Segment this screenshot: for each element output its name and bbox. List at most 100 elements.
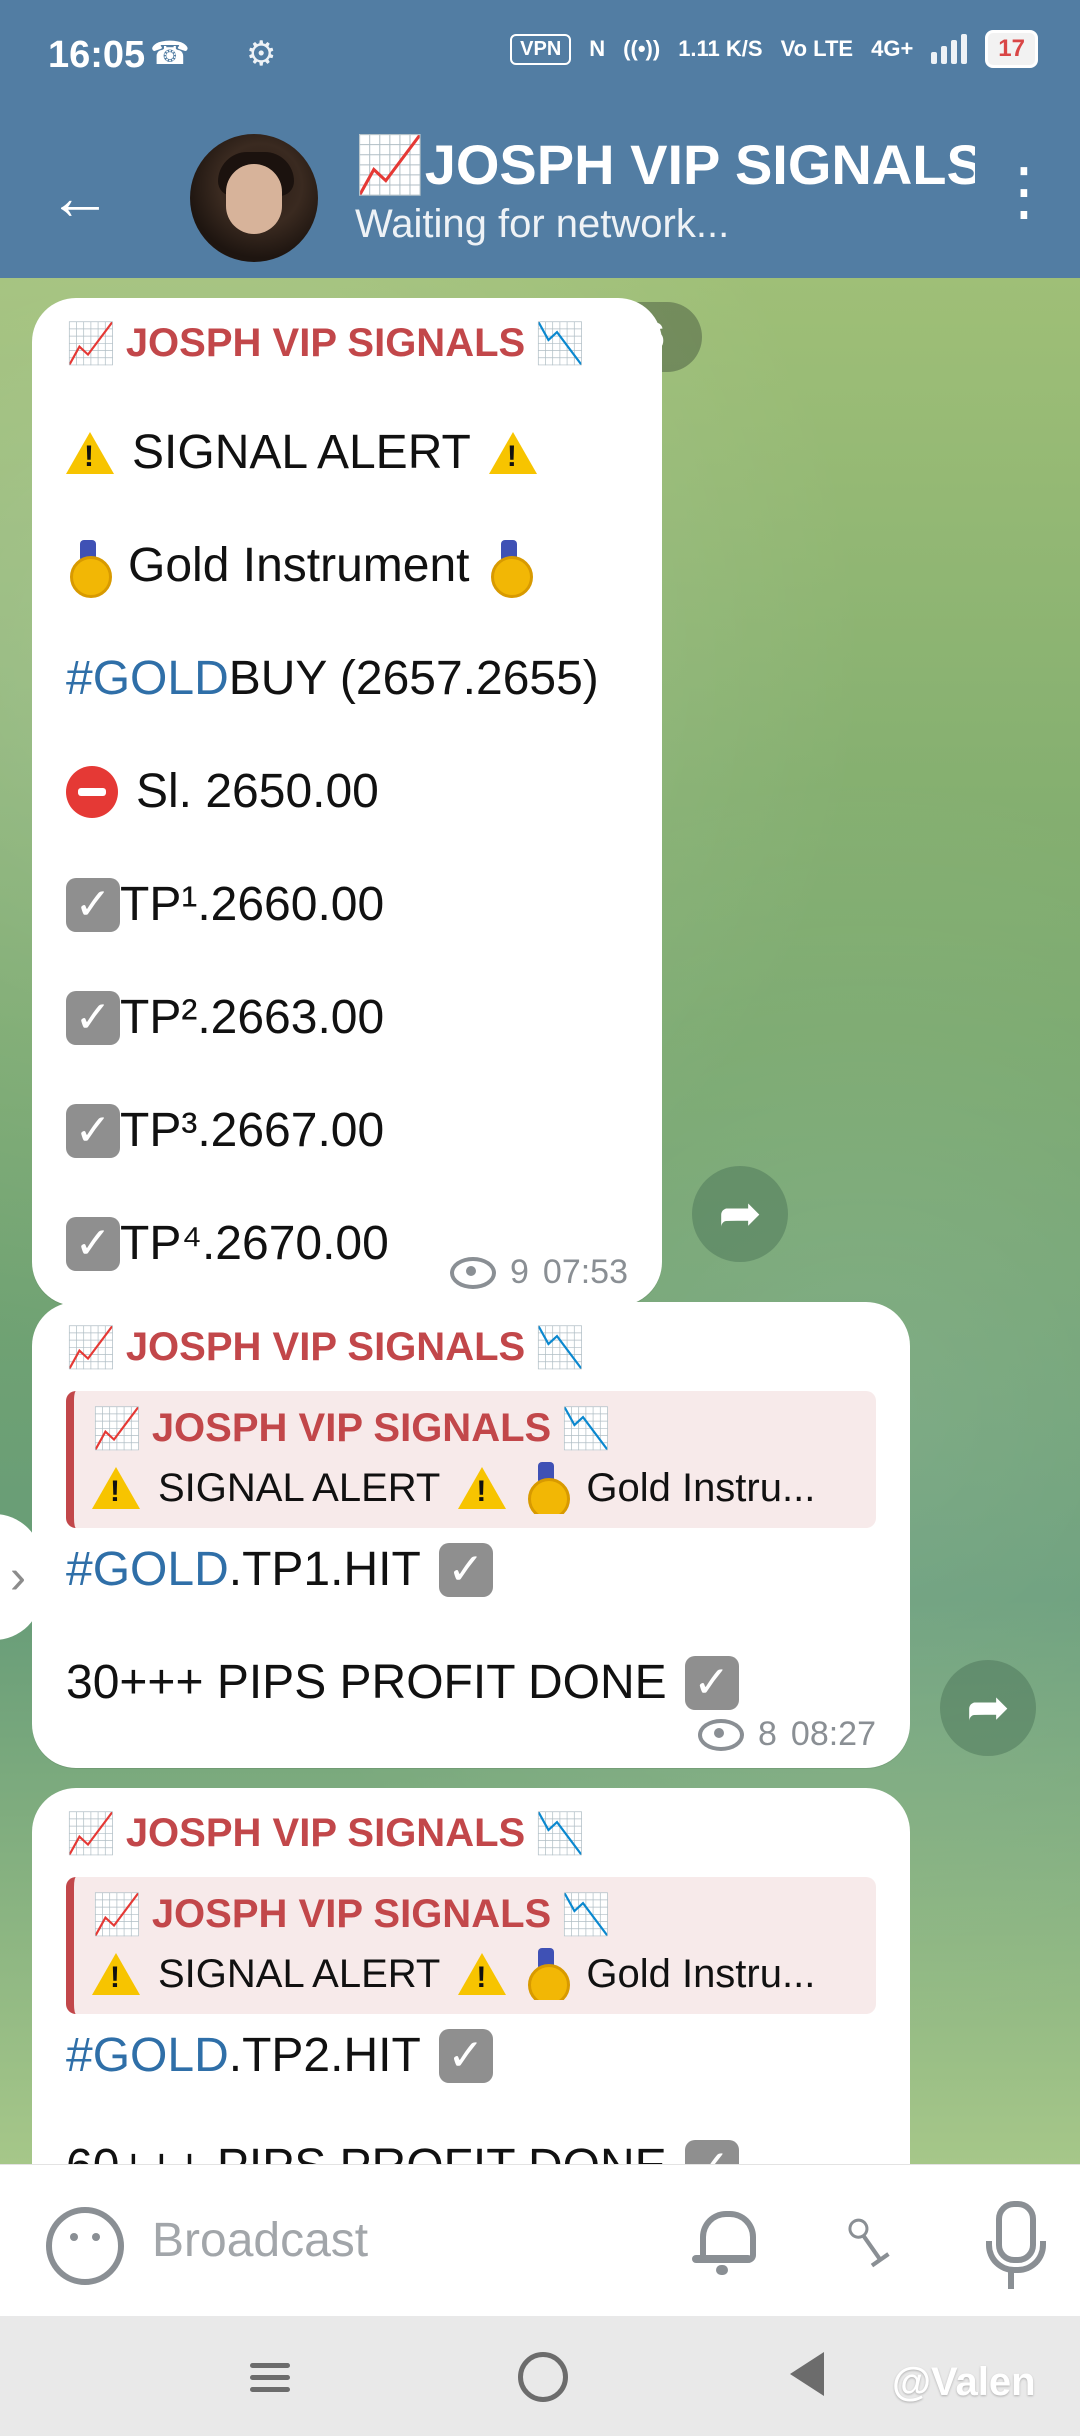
signal-icon — [931, 34, 968, 64]
stop-loss-line: Sl. 2650.00 — [66, 764, 628, 819]
hashtag[interactable]: #GOLD — [66, 1542, 229, 1597]
more-vert-icon[interactable]: ⋮ — [992, 146, 1056, 236]
avatar[interactable] — [190, 134, 318, 262]
message-bubble-1[interactable]: 📈 JOSPH VIP SIGNALS 📉 SIGNAL ALERT Gold … — [32, 298, 662, 1306]
warning-icon — [92, 1467, 140, 1509]
forward-button[interactable]: ➦ — [692, 1166, 788, 1262]
emoji-icon[interactable] — [46, 2207, 124, 2285]
chart-up-icon: 📈 — [92, 1893, 142, 1937]
checkbox-icon: ✓ — [684, 1655, 739, 1710]
call-icon: ☎ — [150, 35, 190, 71]
reply-alert: SIGNAL ALERT — [158, 1465, 441, 1510]
hotspot-indicator: ((•)) — [623, 36, 661, 61]
chart-up-icon: 📈 — [66, 1326, 116, 1370]
recent-apps-icon[interactable] — [250, 2356, 290, 2396]
checkbox-icon: ✓ — [66, 1216, 120, 1271]
eye-icon — [449, 1256, 496, 1289]
warning-icon — [458, 1953, 507, 1995]
no-entry-icon — [66, 765, 118, 818]
tp2-text: TP².2663.00 — [120, 991, 385, 1044]
reply-snippet: SIGNAL ALERT Gold Instru... — [92, 1948, 858, 2000]
chart-up-icon: 📈 — [66, 322, 116, 366]
bell-icon[interactable] — [690, 2205, 756, 2275]
reply-title: 📈 JOSPH VIP SIGNALS 📉 — [92, 1891, 858, 1938]
tp1-line: ✓ TP¹.2660.00 — [66, 877, 628, 932]
message-time: 08:27 — [790, 1715, 876, 1753]
medal-icon — [487, 539, 534, 598]
tp3-text: TP³.2667.00 — [120, 1104, 385, 1157]
tp1-text: TP¹.2660.00 — [120, 878, 385, 931]
watermark: @Valen — [892, 2360, 1036, 2404]
reply-instrument: Gold Instru... — [586, 1951, 816, 1996]
mic-icon[interactable] — [980, 2201, 1046, 2289]
message-sender: 📈 JOSPH VIP SIGNALS 📉 — [66, 320, 628, 367]
reply-alert: SIGNAL ALERT — [158, 1951, 441, 1996]
message-input[interactable]: Broadcast — [152, 2213, 368, 2268]
volte-indicator: Vo LTE — [780, 36, 854, 61]
message-meta: 9 07:53 — [449, 1253, 628, 1292]
instrument-text: Gold Instrument — [128, 539, 470, 592]
status-indicators: VPN N ((•)) 1.11 K/S Vo LTE 4G+ 17 — [510, 30, 1038, 68]
eye-icon — [697, 1718, 744, 1751]
status-time: 16:05 — [48, 34, 146, 76]
hashtag[interactable]: #GOLD — [66, 651, 229, 706]
top-app-bar: 16:05 ☎ ⚙ VPN N ((•)) 1.11 K/S Vo LTE 4G… — [0, 0, 1080, 278]
chat-header: ← 📈JOSPH VIP SIGNALS Waiting for network… — [0, 110, 1080, 278]
attach-icon[interactable]: ⟟ — [814, 2187, 920, 2296]
alert-text: SIGNAL ALERT — [132, 426, 471, 479]
arrow-left-icon[interactable]: ← — [48, 162, 118, 232]
reply-preview[interactable]: 📈 JOSPH VIP SIGNALS 📉 SIGNAL ALERT Gold … — [66, 1391, 876, 1528]
medal-icon — [524, 1948, 571, 2000]
view-count: 9 — [509, 1253, 529, 1291]
view-count: 8 — [757, 1715, 777, 1753]
chat-area[interactable]: September 26 📈 JOSPH VIP SIGNALS 📉 SIGNA… — [0, 278, 1080, 2164]
back-icon[interactable] — [790, 2352, 824, 2396]
reply-instrument: Gold Instru... — [586, 1465, 816, 1510]
profit-text-partial: 60+++ PIPS PROFIT DONE — [66, 2139, 667, 2164]
composer-bar: Broadcast ⟟ — [0, 2164, 1080, 2317]
gold-buy-text: BUY (2657.2655) — [228, 652, 599, 705]
warning-icon — [458, 1467, 507, 1509]
alert-line: SIGNAL ALERT — [66, 425, 628, 480]
reply-preview[interactable]: 📈 JOSPH VIP SIGNALS 📉 SIGNAL ALERT Gold … — [66, 1877, 876, 2014]
checkbox-icon: ✓ — [66, 990, 120, 1045]
avatar-face — [226, 164, 282, 234]
stop-loss-text: Sl. 2650.00 — [136, 765, 379, 818]
medal-icon — [524, 1462, 571, 1514]
warning-icon — [92, 1953, 140, 1995]
tp2-hit-text: .TP2.HIT — [228, 2029, 421, 2082]
profit-text: 30+++ PIPS PROFIT DONE — [66, 1656, 667, 1709]
message-time: 07:53 — [542, 1253, 628, 1291]
chart-down-icon: 📉 — [535, 322, 585, 366]
message-bubble-2[interactable]: 📈 JOSPH VIP SIGNALS 📉 📈 JOSPH VIP SIGNAL… — [32, 1302, 910, 1768]
chart-up-icon: 📈 — [66, 1812, 116, 1856]
checkbox-icon: ✓ — [684, 2139, 739, 2164]
channel-status: Waiting for network... — [355, 202, 730, 246]
reply-title: 📈 JOSPH VIP SIGNALS 📉 — [92, 1405, 858, 1452]
message-bubble-3[interactable]: 📈 JOSPH VIP SIGNALS 📉 📈 JOSPH VIP SIGNAL… — [32, 1788, 910, 2164]
home-icon[interactable] — [518, 2352, 568, 2402]
tp2-line: ✓ TP².2663.00 — [66, 990, 628, 1045]
message-sender: 📈 JOSPH VIP SIGNALS 📉 — [66, 1810, 876, 1857]
tp3-line: ✓ TP³.2667.00 — [66, 1103, 628, 1158]
instrument-line: Gold Instrument — [66, 538, 628, 598]
gold-buy-line: #GOLD BUY (2657.2655) — [66, 651, 628, 706]
checkbox-icon: ✓ — [66, 1103, 120, 1158]
chart-up-icon: 📈 — [92, 1407, 142, 1451]
message-sender: 📈 JOSPH VIP SIGNALS 📉 — [66, 1324, 876, 1371]
battery-indicator: 17 — [985, 30, 1038, 68]
vpn-indicator: VPN — [510, 33, 572, 65]
status-bar: 16:05 ☎ ⚙ VPN N ((•)) 1.11 K/S Vo LTE 4G… — [0, 0, 1080, 110]
chart-down-icon: 📉 — [561, 1407, 611, 1451]
warning-icon — [488, 431, 537, 474]
chart-down-icon: 📉 — [535, 1326, 585, 1370]
medal-icon — [66, 539, 112, 598]
message-meta: 8 08:27 — [697, 1715, 876, 1754]
channel-title[interactable]: 📈JOSPH VIP SIGNALS — [355, 132, 975, 202]
warning-icon — [66, 431, 114, 474]
hashtag[interactable]: #GOLD — [66, 2028, 229, 2083]
checkbox-icon: ✓ — [66, 877, 120, 932]
profit-line: 30+++ PIPS PROFIT DONE ✓ — [66, 1655, 876, 1710]
tp4-text: TP⁴.2670.00 — [120, 1217, 389, 1270]
forward-button[interactable]: ➦ — [940, 1660, 1036, 1756]
